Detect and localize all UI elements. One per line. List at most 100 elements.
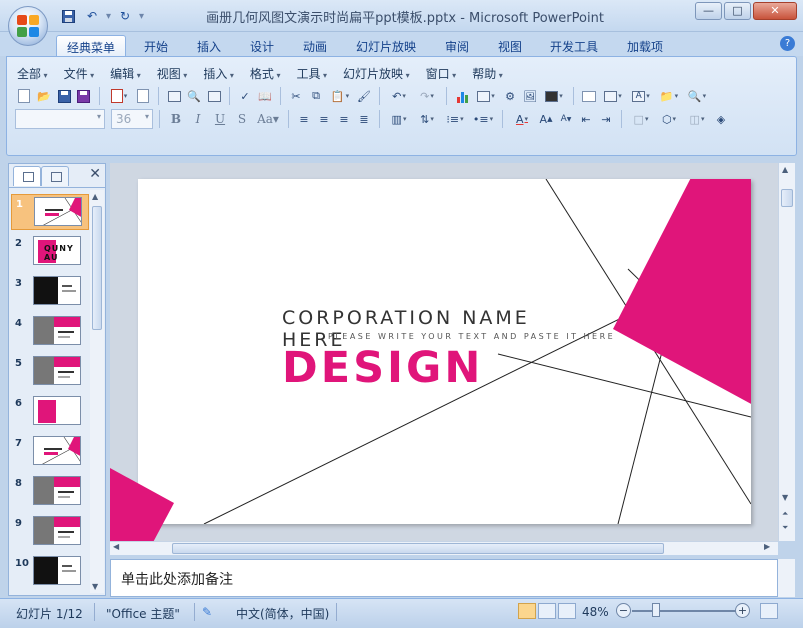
slide-thumbnail[interactable]: 5 [11,354,89,390]
office-button[interactable] [8,6,48,46]
cut-icon[interactable]: ✂ [287,87,305,105]
find-icon[interactable]: 🔍 [684,87,710,105]
panel-scrollbar[interactable]: ▲ ▼ [90,190,104,593]
shrink-font-icon[interactable]: A ▼ [557,110,575,128]
slide-thumbnail[interactable]: 10 [11,554,89,590]
insert-clipart-icon[interactable]: ⚙ [501,87,519,105]
tab-addins[interactable]: 加载项 [617,35,673,57]
font-size-combo[interactable]: 36 [111,109,153,129]
corporation-name-text[interactable]: CORPORATION NAME [282,307,530,329]
spell-check-icon[interactable]: ✎ [202,605,212,619]
next-slide-icon[interactable]: ⏷ [782,523,788,533]
menu-all[interactable]: 全部 [17,65,48,82]
change-case-icon[interactable]: Aa▾ [254,110,282,128]
shadow-icon[interactable]: S [232,110,252,128]
columns-icon[interactable]: ▥ [386,110,412,128]
slide-thumbnail[interactable]: 1 [11,194,89,230]
slide-sorter-view-button[interactable] [538,603,556,619]
save-icon[interactable] [55,87,73,105]
increase-indent-icon[interactable]: ⇥ [597,110,615,128]
zoom-slider-thumb[interactable] [652,603,660,617]
zoom-in-button[interactable]: + [735,603,750,618]
maximize-button[interactable]: □ [724,2,751,20]
scroll-up-icon[interactable]: ▲ [92,192,98,201]
color-grayscale-icon[interactable] [541,87,567,105]
tab-design[interactable]: 设计 [240,35,284,57]
menu-slideshow[interactable]: 幻灯片放映 [343,65,410,82]
permission-icon[interactable] [106,87,132,105]
tab-home[interactable]: 开始 [134,35,178,57]
customize-qat-icon[interactable]: ▾ [139,11,144,22]
undo-icon[interactable]: ↶ [386,87,412,105]
print-preview-icon[interactable]: 🔍 [185,87,203,105]
menu-format[interactable]: 格式 [250,65,281,82]
tab-view[interactable]: 视图 [488,35,532,57]
decrease-indent-icon[interactable]: ⇤ [577,110,595,128]
tab-slideshow[interactable]: 幻灯片放映 [346,35,426,57]
previous-slide-icon[interactable]: ⏶ [782,509,788,519]
scroll-up-icon[interactable]: ▲ [782,165,788,174]
spelling-icon[interactable]: ✓ [236,87,254,105]
shape-fill-icon[interactable]: ◈ [712,110,730,128]
notes-pane[interactable]: 单击此处添加备注 [110,559,778,597]
insert-table-icon[interactable] [473,87,499,105]
research-icon[interactable]: 📖 [256,87,274,105]
grow-font-icon[interactable]: A ▲ [537,110,555,128]
insert-picture-icon[interactable]: 🖼 [521,87,539,105]
horizontal-scroll-thumb[interactable] [172,543,664,554]
menu-view[interactable]: 视图 [157,65,188,82]
underline-icon[interactable]: U [210,110,230,128]
normal-view-button[interactable] [518,603,536,619]
slide-thumbnail[interactable]: 3 [11,274,89,310]
arrange-icon[interactable]: ⬡ [656,110,682,128]
zoom-out-button[interactable]: − [616,603,631,618]
save-icon[interactable] [58,7,78,25]
undo-icon[interactable]: ↶ [82,7,102,25]
subtitle-text[interactable]: PLEASE WRITE YOUR TEXT AND PASTE IT HERE [328,332,615,341]
insert-chart-icon[interactable] [453,87,471,105]
quick-styles-icon[interactable]: ◫ [684,110,710,128]
menu-tools[interactable]: 工具 [296,65,327,82]
zoom-slider[interactable] [632,610,736,612]
font-color-icon[interactable]: A [509,110,535,128]
design-headline[interactable]: DESIGN [282,343,483,393]
paste-icon[interactable]: 📋 [327,87,353,105]
panel-close-icon[interactable]: ✕ [89,166,101,182]
zoom-level[interactable]: 48% [582,605,609,619]
numbering-icon[interactable]: ⁝≡ [442,110,468,128]
menu-file[interactable]: 文件 [64,65,95,82]
scroll-right-icon[interactable]: ▶ [764,542,770,551]
folder-icon[interactable]: 📁 [656,87,682,105]
justify-icon[interactable]: ≣ [355,110,373,128]
outline-tab[interactable] [41,166,69,186]
save-as-icon[interactable] [75,87,93,105]
layout-icon[interactable] [205,87,223,105]
open-folder-icon[interactable]: 📂 [35,87,53,105]
bullets-icon[interactable]: •≡ [470,110,496,128]
tab-insert[interactable]: 插入 [187,35,231,57]
undo-dropdown-icon[interactable]: ▾ [106,11,111,22]
slideshow-view-button[interactable] [558,603,576,619]
tab-developer[interactable]: 开发工具 [540,35,608,57]
slide-thumbnail[interactable]: 7 [11,434,89,470]
font-name-combo[interactable] [15,109,105,129]
align-center-icon[interactable]: ≡ [315,110,333,128]
redo-icon[interactable]: ↷ [414,87,440,105]
language-indicator[interactable]: 中文(简体，中国) [236,605,329,622]
slide-vertical-scrollbar[interactable]: ▲ ▼ ⏶ ⏷ [778,163,795,541]
text-box-icon[interactable]: A [628,87,654,105]
slide-thumbnail[interactable]: 6 [11,394,89,430]
format-painter-icon[interactable]: 🖌 [355,87,373,105]
slide-thumbnail[interactable]: 8 [11,474,89,510]
slide-thumbnail[interactable]: 4 [11,314,89,350]
panel-scroll-thumb[interactable] [92,206,102,330]
slide-scroll-thumb[interactable] [781,189,793,207]
publish-icon[interactable] [134,87,152,105]
menu-window[interactable]: 窗口 [426,65,457,82]
notes-scrollbar[interactable] [778,559,795,597]
menu-insert[interactable]: 插入 [203,65,234,82]
slide-thumbnail[interactable]: 2 QUNY AU [11,234,89,270]
shapes-icon[interactable]: □ [628,110,654,128]
new-slide-icon[interactable] [580,87,598,105]
menu-edit[interactable]: 编辑 [110,65,141,82]
